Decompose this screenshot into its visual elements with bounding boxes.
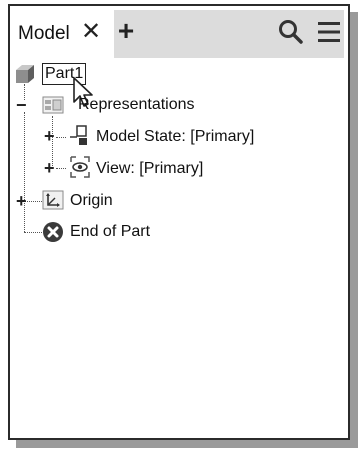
tree-connector [24,112,25,232]
expand-expander[interactable]: + [16,192,27,210]
origin-icon [42,190,64,210]
tab-bar: Model ✕ + [10,6,348,58]
tree-node-label: View: [Primary] [96,160,204,177]
model-browser-panel: Model ✕ + Part1 − Representations + Mode… [8,4,350,440]
model-tree: Part1 − Representations + Model State: [… [10,58,348,438]
tree-node-label: End of Part [70,223,151,240]
tree-connector [24,201,42,202]
tree-node-label: Origin [70,192,113,209]
tree-node-label: Model State: [Primary] [96,128,255,145]
collapse-expander[interactable]: − [16,96,27,114]
tree-connector [56,168,66,169]
tree-connector [24,232,42,233]
tab-model-label: Model [18,23,70,44]
add-tab-icon[interactable]: + [114,16,138,46]
view-eye-icon [70,156,90,178]
menu-icon[interactable] [316,19,342,45]
close-icon[interactable]: ✕ [80,20,102,44]
tree-connector [56,137,66,138]
model-state-icon [70,125,87,145]
representations-icon [42,96,64,114]
part-cube-icon [16,65,34,83]
search-icon[interactable] [278,19,304,45]
expand-expander[interactable]: + [44,159,55,177]
tree-node-label: Representations [78,96,195,113]
expand-expander[interactable]: + [44,127,55,145]
tab-bar-background [114,10,344,58]
end-of-part-icon [43,222,63,242]
